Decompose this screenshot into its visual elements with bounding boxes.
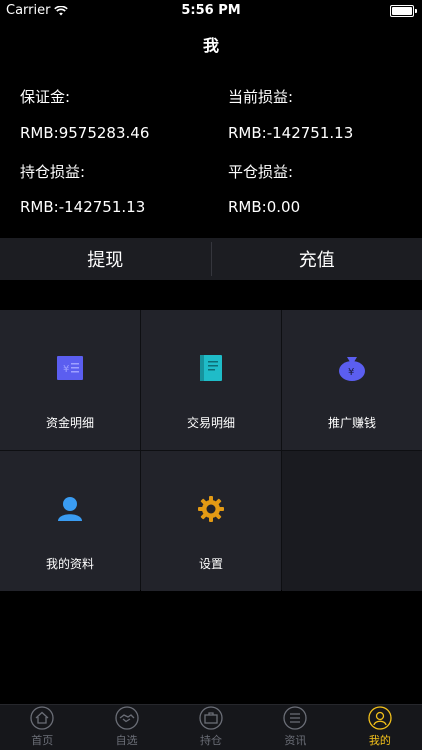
page-title: 我 [202, 36, 219, 55]
menu-item-referral[interactable]: ¥ 推广赚钱 [282, 310, 422, 450]
withdraw-button[interactable]: 提现 [0, 238, 211, 280]
menu-grid: ¥ 资金明细 交易明细 ¥ 推广赚钱 我的资料 设置 [0, 310, 422, 591]
money-bag-icon: ¥ [336, 352, 368, 384]
tab-label: 持仓 [200, 734, 223, 747]
menu-label: 资金明细 [45, 416, 94, 430]
handshake-icon [114, 706, 139, 730]
tab-label: 首页 [31, 734, 54, 747]
menu-label: 我的资料 [45, 557, 94, 571]
briefcase-icon [199, 706, 223, 730]
close-pl-value: RMB:0.00 [228, 198, 301, 216]
nav-bar: 我 [0, 22, 422, 66]
fund-actions: 提现 充值 [0, 238, 422, 280]
fund-detail-icon: ¥ [54, 352, 86, 384]
menu-label: 推广赚钱 [327, 416, 376, 430]
menu-item-fund-detail[interactable]: ¥ 资金明细 [0, 310, 140, 450]
home-icon [30, 706, 54, 730]
menu-item-settings[interactable]: 设置 [141, 451, 281, 591]
news-icon [283, 706, 308, 730]
position-pl-label: 持仓损益: [20, 163, 86, 181]
clock: 5:56 PM [181, 3, 241, 18]
tab-label: 资讯 [284, 734, 307, 747]
battery-icon [390, 5, 417, 17]
deposit-button[interactable]: 充值 [212, 238, 422, 280]
user-icon [368, 706, 392, 730]
position-pl-value: RMB:-142751.13 [20, 198, 146, 216]
tab-news[interactable]: 资讯 [253, 705, 337, 750]
svg-text:¥: ¥ [348, 367, 354, 378]
current-pl-label: 当前损益: [228, 88, 294, 106]
margin-value: RMB:9575283.46 [20, 124, 150, 142]
margin-label: 保证金: [20, 88, 71, 106]
tab-positions[interactable]: 持仓 [169, 705, 253, 750]
tab-label: 自选 [115, 734, 138, 747]
svg-text:¥: ¥ [63, 364, 69, 375]
tab-bar: 首页 自选 持仓 资讯 我的 [0, 704, 422, 750]
account-summary: 保证金: 当前损益: RMB:9575283.46 RMB:-142751.13… [0, 66, 422, 238]
tab-label: 我的 [368, 734, 391, 747]
current-pl-value: RMB:-142751.13 [228, 124, 354, 142]
close-pl-label: 平仓损益: [228, 163, 294, 181]
gear-icon [195, 493, 227, 525]
menu-label: 交易明细 [186, 416, 235, 430]
menu-label: 设置 [198, 557, 223, 571]
empty-tile [282, 451, 422, 591]
tab-home[interactable]: 首页 [0, 705, 84, 750]
tab-watchlist[interactable]: 自选 [84, 705, 168, 750]
profile-icon [54, 493, 86, 525]
status-bar: Carrier 5:56 PM [0, 0, 422, 22]
trade-detail-icon [195, 352, 227, 384]
tab-me[interactable]: 我的 [338, 705, 422, 750]
menu-item-trade-detail[interactable]: 交易明细 [141, 310, 281, 450]
menu-item-profile[interactable]: 我的资料 [0, 451, 140, 591]
